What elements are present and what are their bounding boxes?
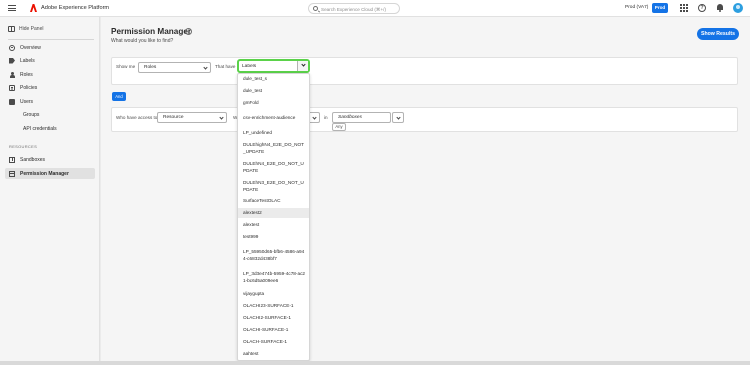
show-me-select[interactable]: Roles <box>138 62 211 73</box>
sidebar-item-label: Overview <box>20 44 41 51</box>
sidebar-divider <box>8 39 94 40</box>
dropdown-option[interactable]: gmFold <box>238 99 309 108</box>
sidebar-item-label: Sandboxes <box>20 156 46 163</box>
bell-icon[interactable] <box>716 4 724 12</box>
sidebar: Hide Panel Overview Labels Roles Policie… <box>0 17 100 365</box>
dropdown-option[interactable]: dule_test_s <box>238 75 309 84</box>
adobe-logo[interactable] <box>30 4 37 12</box>
any-tag[interactable]: Any <box>332 123 346 131</box>
sidebar-item-labels[interactable]: Labels <box>5 55 95 66</box>
sidebar-section-resources: RESOURCES <box>9 144 38 149</box>
sidebar-item-roles[interactable]: Roles <box>5 69 95 80</box>
top-bar: Adobe Experience Platform Prod (VA7) Pro… <box>0 0 750 17</box>
dropdown-option[interactable]: DULEhighN4_E2E_DO_NOT_UPDATE <box>238 141 309 156</box>
who-have-access-label: Who have access to <box>116 115 158 120</box>
sidebar-item-label: Groups <box>23 111 40 118</box>
dropdown-option[interactable]: test999 <box>238 233 309 242</box>
combobox-toggle-button[interactable] <box>297 61 308 71</box>
query-row-2: Who have access to Resource W in Sandbox… <box>111 107 738 132</box>
chevron-down-icon <box>203 65 208 70</box>
that-have-label: That have <box>215 64 236 69</box>
dropdown-option[interactable]: csv-enrichment-audience <box>238 111 309 126</box>
sidebar-item-label: Permission Manager <box>20 170 69 177</box>
sidebar-item-groups[interactable]: Groups <box>5 109 95 120</box>
dropdown-option[interactable]: DULEhN3_E2E_DO_NOT_UPDATE <box>238 179 309 194</box>
menu-icon[interactable] <box>8 4 16 12</box>
dropdown-option[interactable]: OLACH-SURFACE-1 <box>238 338 309 347</box>
chevron-down-icon <box>311 114 317 120</box>
dropdown-option[interactable]: LP_55950d65-bfb6-4586-a944-c6832d438bf7 <box>238 245 309 266</box>
sandbox-select[interactable]: Sandboxes <box>332 112 391 123</box>
users-icon <box>9 98 15 105</box>
dropdown-option[interactable]: SurfaceTestOLAC <box>238 197 309 206</box>
sidebar-item-permission-manager[interactable]: Permission Manager <box>5 168 95 179</box>
chevron-down-icon <box>395 114 401 120</box>
sandbox-toggle-button[interactable] <box>392 112 404 123</box>
dropdown-option[interactable]: LP_undefined <box>238 129 309 138</box>
sidebar-item-label: API credentials <box>23 125 57 132</box>
main-content: Permission Manager i What would you like… <box>101 17 750 365</box>
sidebar-item-api-credentials[interactable]: API credentials <box>5 123 95 134</box>
chevron-down-icon <box>219 115 224 120</box>
window-bottom-edge <box>0 361 750 365</box>
dropdown-option[interactable]: aahtest <box>238 350 309 359</box>
sandbox-value: Sandboxes <box>338 115 363 120</box>
show-me-label: Show me <box>116 64 136 69</box>
person-icon <box>9 71 15 78</box>
dropdown-option[interactable]: DULEhN4_E2E_DO_NOT_UPDATE <box>238 160 309 175</box>
dropdown-option[interactable]: OLACHI-SURFACE-1 <box>238 326 309 335</box>
resource-value: Resource <box>163 115 184 120</box>
permission-icon <box>9 170 15 177</box>
show-results-button[interactable]: Show Results <box>697 28 739 40</box>
avatar[interactable] <box>733 3 743 13</box>
sidebar-item-label: Labels <box>20 57 35 64</box>
query-row-1: Show me Roles That have <box>111 57 738 85</box>
hide-panel-button[interactable]: Hide Panel <box>8 26 43 32</box>
search-input[interactable] <box>321 5 397 13</box>
sidebar-item-overview[interactable]: Overview <box>5 42 95 53</box>
in-label: in <box>324 115 328 120</box>
sidebar-item-users[interactable]: Users <box>5 96 95 107</box>
page-subtitle: What would you like to find? <box>111 38 174 44</box>
env-badge[interactable]: Prod <box>652 3 668 13</box>
document-icon <box>9 84 15 91</box>
dropdown-option[interactable]: vijaygupta <box>238 290 309 299</box>
search-icon <box>313 6 318 11</box>
sidebar-item-sandboxes[interactable]: Sandboxes <box>5 154 95 165</box>
panel-icon <box>8 26 15 32</box>
hide-panel-label: Hide Panel <box>19 26 44 32</box>
help-icon[interactable]: ? <box>698 4 706 12</box>
dropdown-option[interactable]: alextest <box>238 221 309 230</box>
dropdown-option[interactable]: OLACHI2-SURFACE-1 <box>238 314 309 323</box>
global-search[interactable] <box>308 3 400 14</box>
dropdown-option-highlighted[interactable]: alextest2 <box>238 208 309 218</box>
overview-icon <box>9 44 15 51</box>
sandbox-icon <box>9 156 15 163</box>
info-icon[interactable]: i <box>185 28 192 35</box>
labels-dropdown-list: dule_test_s dule_test gmFold csv-enrichm… <box>237 73 310 361</box>
that-have-combobox[interactable] <box>237 59 310 73</box>
sidebar-item-label: Roles <box>20 71 33 78</box>
sidebar-item-label: Policies <box>20 84 38 91</box>
show-me-value: Roles <box>144 65 157 70</box>
sidebar-item-label: Users <box>20 98 34 105</box>
dropdown-option[interactable]: LP_3d3e474b-5959-4c78-ac21-bc6d5a009ee6 <box>238 270 309 285</box>
sandbox-switcher[interactable]: Prod (VA7) <box>625 5 648 10</box>
and-button[interactable]: And <box>112 92 126 101</box>
that-have-input[interactable] <box>242 62 296 70</box>
dropdown-option[interactable]: dule_test <box>238 87 309 96</box>
tag-icon <box>9 57 15 64</box>
resource-select[interactable]: Resource <box>157 112 227 123</box>
app-title[interactable]: Adobe Experience Platform <box>41 5 109 11</box>
dropdown-option[interactable]: OLACHI23-SURFACE-1 <box>238 302 309 311</box>
sidebar-item-policies[interactable]: Policies <box>5 82 95 93</box>
chevron-down-icon <box>300 62 306 67</box>
apps-grid-icon[interactable] <box>680 4 688 12</box>
page-title: Permission Manager <box>111 27 192 36</box>
